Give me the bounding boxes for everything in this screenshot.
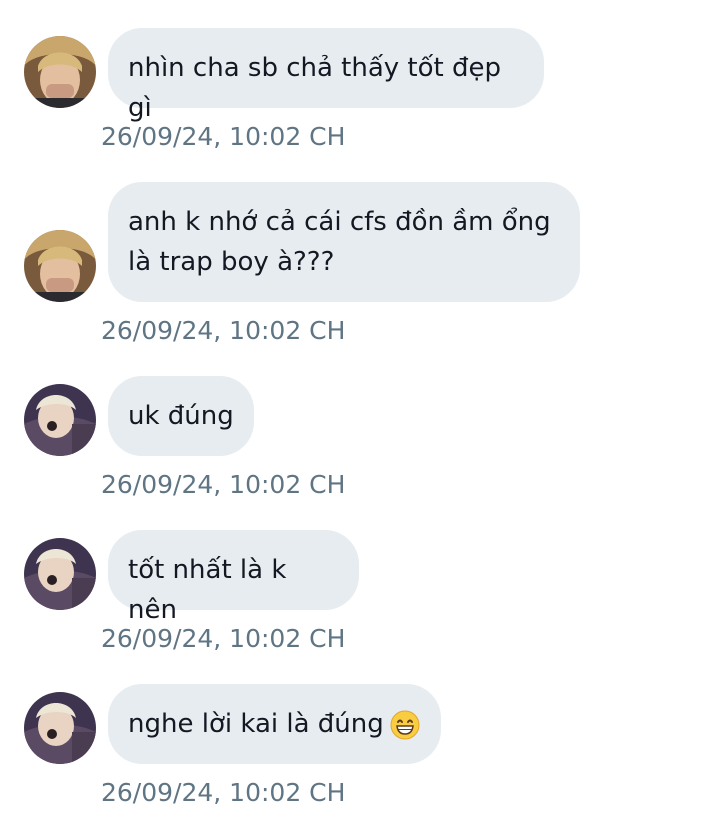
message-text: uk đúng [128,401,234,431]
message-bubble[interactable]: nghe lời kai là đúng [108,684,441,764]
message-text: là trap boy à??? [128,247,335,277]
message-bubble[interactable]: uk đúng [108,376,254,456]
message-timestamp: 26/09/24, 10:02 CH [101,122,346,151]
message-text: anh k nhớ cả cái cfs đồn ầm ổng [128,207,551,237]
avatar[interactable] [24,230,96,302]
message-bubble[interactable]: anh k nhớ cả cái cfs đồn ầm ổng là trap … [108,182,580,302]
avatar[interactable] [24,692,96,764]
avatar[interactable] [24,538,96,610]
message-text: nghe lời kai là đúng [128,709,384,739]
message-bubble[interactable]: tốt nhất là k nên [108,530,359,625]
message-bubble[interactable]: nhìn cha sb chả thấy tốt đẹp gì [108,28,544,123]
message-text: tốt nhất là k nên [128,555,287,625]
message-timestamp: 26/09/24, 10:02 CH [101,316,346,345]
grinning-face-emoji-icon [390,710,420,740]
message-timestamp: 26/09/24, 10:02 CH [101,778,346,807]
avatar[interactable] [24,36,96,108]
avatar[interactable] [24,384,96,456]
message-timestamp: 26/09/24, 10:02 CH [101,624,346,653]
message-text: nhìn cha sb chả thấy tốt đẹp gì [128,53,502,123]
message-timestamp: 26/09/24, 10:02 CH [101,470,346,499]
